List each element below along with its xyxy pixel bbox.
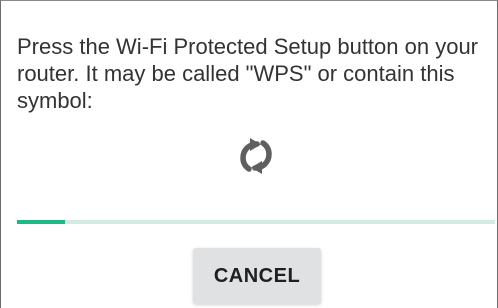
cancel-button[interactable]: CANCEL xyxy=(193,248,321,304)
wps-dialog: Press the Wi-Fi Protected Setup button o… xyxy=(0,0,498,308)
wps-instructions-text: Press the Wi-Fi Protected Setup button o… xyxy=(17,34,479,113)
wps-progress-bar xyxy=(17,220,495,224)
wps-icon xyxy=(240,138,272,174)
wps-progress-fill xyxy=(17,220,65,224)
